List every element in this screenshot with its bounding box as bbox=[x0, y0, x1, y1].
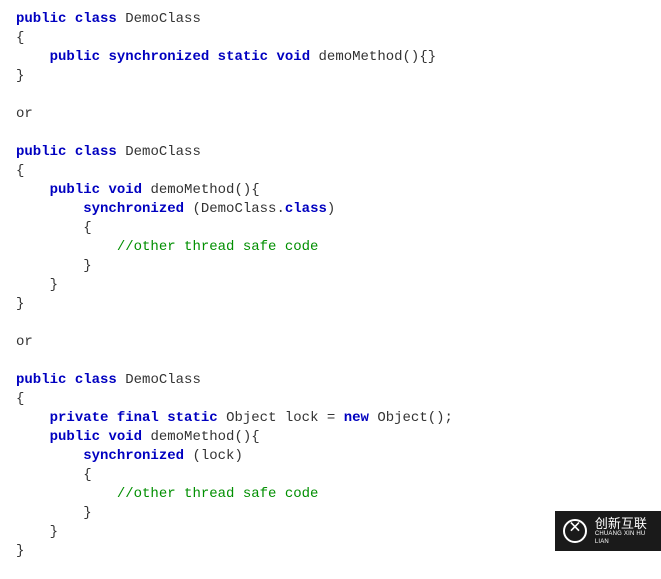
code-token: } bbox=[16, 258, 92, 274]
keyword-token: public bbox=[16, 372, 66, 388]
brand-logo-cn: 创新互联 bbox=[595, 517, 661, 530]
code-token: { bbox=[16, 467, 92, 483]
brand-logo-en: CHUANG XIN HU LIAN bbox=[595, 530, 661, 546]
code-token bbox=[16, 201, 83, 217]
code-token: demoMethod(){} bbox=[310, 49, 436, 65]
code-token: { bbox=[16, 220, 92, 236]
keyword-token: public bbox=[50, 182, 100, 198]
comment-token: //other thread safe code bbox=[117, 239, 319, 255]
code-token bbox=[209, 49, 217, 65]
code-token: } bbox=[16, 277, 58, 293]
code-token bbox=[16, 448, 83, 464]
code-token bbox=[16, 239, 117, 255]
code-token: (DemoClass. bbox=[184, 201, 285, 217]
keyword-token: synchronized bbox=[83, 201, 184, 217]
code-token bbox=[16, 182, 50, 198]
code-token bbox=[16, 49, 50, 65]
keyword-token: public bbox=[50, 429, 100, 445]
code-token: Object lock = bbox=[218, 410, 344, 426]
keyword-token: class bbox=[75, 144, 117, 160]
code-token: or bbox=[16, 334, 33, 350]
keyword-token: void bbox=[108, 429, 142, 445]
code-token bbox=[66, 11, 74, 27]
code-token: } bbox=[16, 505, 92, 521]
keyword-token: class bbox=[285, 201, 327, 217]
code-token bbox=[16, 410, 50, 426]
code-token: } bbox=[16, 68, 24, 84]
code-token: demoMethod(){ bbox=[142, 182, 260, 198]
code-token bbox=[66, 144, 74, 160]
keyword-token: static bbox=[167, 410, 217, 426]
brand-logo-icon bbox=[561, 517, 589, 545]
keyword-token: new bbox=[344, 410, 369, 426]
keyword-token: static bbox=[218, 49, 268, 65]
keyword-token: class bbox=[75, 11, 117, 27]
keyword-token: public bbox=[16, 11, 66, 27]
brand-logo: 创新互联 CHUANG XIN HU LIAN bbox=[555, 511, 661, 551]
code-token bbox=[159, 410, 167, 426]
keyword-token: void bbox=[108, 182, 142, 198]
code-token bbox=[16, 486, 117, 502]
keyword-token: synchronized bbox=[108, 49, 209, 65]
code-token: DemoClass bbox=[117, 372, 201, 388]
keyword-token: final bbox=[117, 410, 159, 426]
keyword-token: public bbox=[16, 144, 66, 160]
code-token bbox=[108, 410, 116, 426]
code-token bbox=[16, 429, 50, 445]
code-token: ) bbox=[327, 201, 335, 217]
code-token: DemoClass bbox=[117, 11, 201, 27]
code-token: } bbox=[16, 543, 24, 559]
code-token: Object(); bbox=[369, 410, 453, 426]
code-token: } bbox=[16, 524, 58, 540]
code-token: { bbox=[16, 163, 24, 179]
keyword-token: private bbox=[50, 410, 109, 426]
code-block: public class DemoClass { public synchron… bbox=[0, 0, 661, 571]
code-token: { bbox=[16, 30, 24, 46]
code-token: } bbox=[16, 296, 24, 312]
keyword-token: synchronized bbox=[83, 448, 184, 464]
code-token: or bbox=[16, 106, 33, 122]
keyword-token: class bbox=[75, 372, 117, 388]
code-token: DemoClass bbox=[117, 144, 201, 160]
code-token bbox=[268, 49, 276, 65]
code-token: (lock) bbox=[184, 448, 243, 464]
comment-token: //other thread safe code bbox=[117, 486, 319, 502]
keyword-token: public bbox=[50, 49, 100, 65]
code-token bbox=[66, 372, 74, 388]
keyword-token: void bbox=[277, 49, 311, 65]
code-token: demoMethod(){ bbox=[142, 429, 260, 445]
code-token: { bbox=[16, 391, 24, 407]
